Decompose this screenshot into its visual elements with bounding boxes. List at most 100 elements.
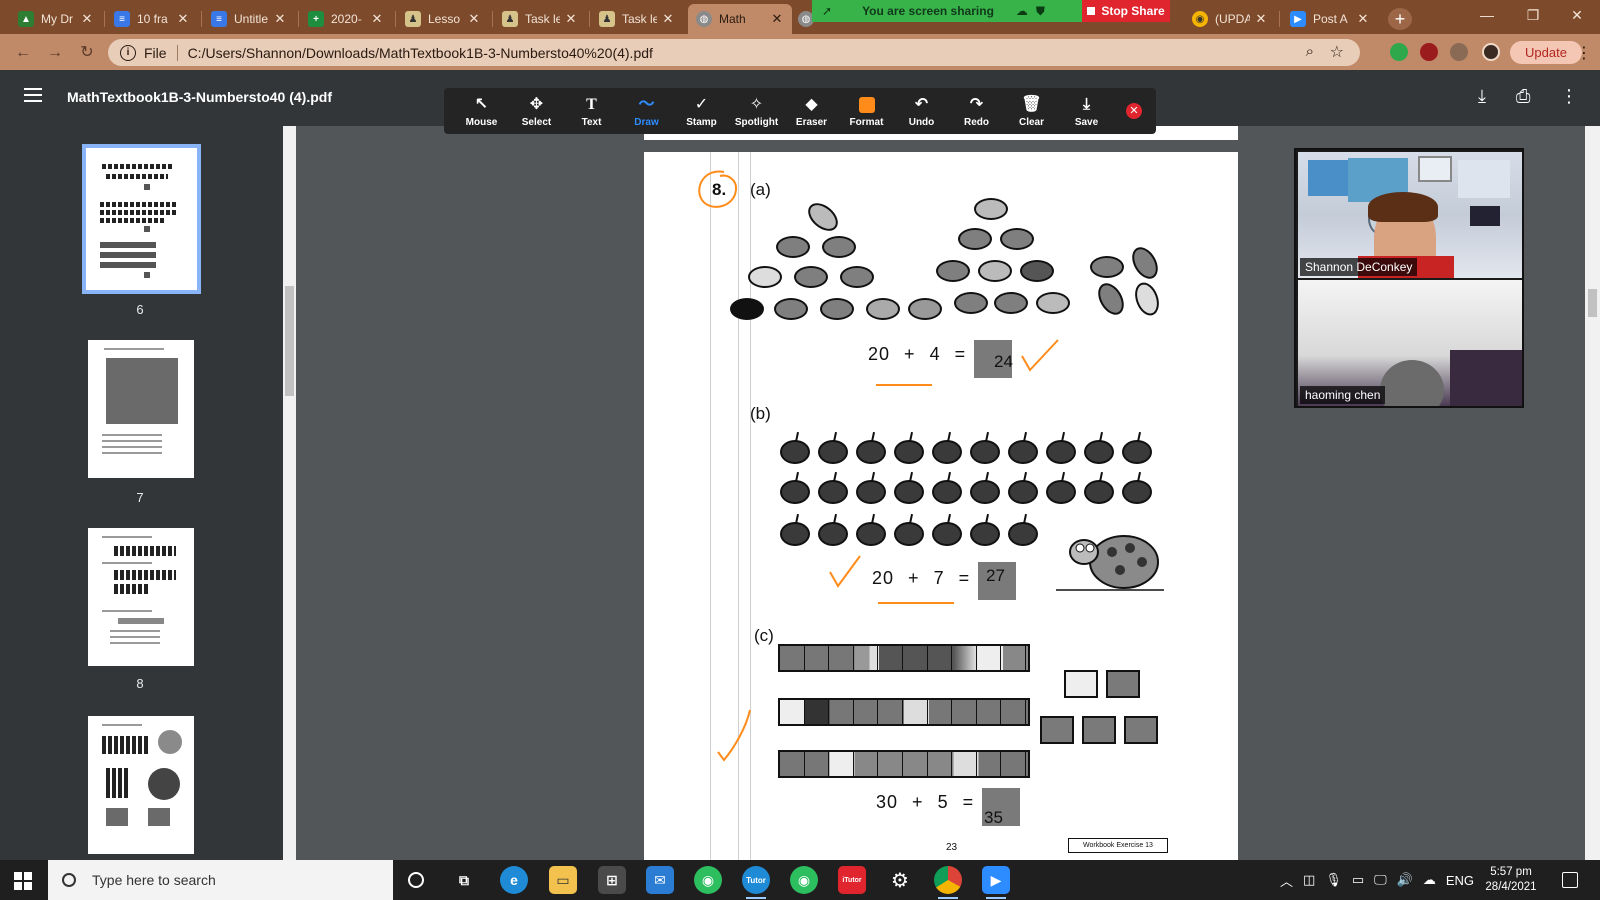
zoom-magnifier-icon[interactable]: ⌕	[1306, 43, 1314, 60]
tool-text[interactable]: T Text	[564, 88, 619, 134]
stop-share-button[interactable]: Stop Share	[1082, 0, 1170, 22]
tab-updates[interactable]: ◉ (UPDA ✕	[1184, 4, 1276, 34]
info-icon[interactable]: i	[120, 44, 136, 61]
tool-stamp[interactable]: ✓ Stamp	[674, 88, 729, 134]
network-icon[interactable]: 🖵	[1374, 872, 1387, 888]
tab-task-2[interactable]: ♟ Task le ✕	[591, 4, 683, 34]
tab-task-1[interactable]: ♟ Task le ✕	[494, 4, 586, 34]
microphone-icon[interactable]: 🎙	[1325, 872, 1342, 888]
tool-select[interactable]: ✥ Select	[509, 88, 564, 134]
close-icon[interactable]: ✕	[1356, 11, 1370, 27]
eq-b-left: 20	[872, 568, 895, 588]
video-tile-host[interactable]: Shannon DeConkey	[1298, 152, 1522, 278]
itutor-group-icon[interactable]: iTutor	[838, 866, 866, 894]
close-icon[interactable]: ✕	[273, 11, 287, 27]
hamburger-menu-icon[interactable]	[24, 88, 42, 102]
tab-my-drive[interactable]: ▲ My Dr ✕	[10, 4, 102, 34]
reload-button[interactable]: ↻	[76, 42, 98, 64]
tool-clear[interactable]: 🗑 Clear	[1004, 88, 1059, 134]
tab-sheet-2020[interactable]: + 2020- ✕	[300, 4, 392, 34]
close-annotation-button[interactable]: ✕	[1126, 103, 1142, 119]
tool-format[interactable]: Format	[839, 88, 894, 134]
tab-zoom-post[interactable]: ▶ Post A ✕	[1282, 4, 1378, 34]
update-button[interactable]: Update	[1510, 41, 1582, 64]
video-tile-student[interactable]: haoming chen	[1298, 280, 1522, 406]
tab-lesson[interactable]: ♟ Lesso ✕	[397, 4, 489, 34]
taskbar-clock[interactable]: 5:57 pm 28/4/2021	[1472, 865, 1550, 895]
close-icon[interactable]: ✕	[467, 11, 481, 27]
notification-center-icon[interactable]	[1562, 872, 1578, 888]
tool-spotlight[interactable]: ✧ Spotlight	[729, 88, 784, 134]
tab-label: (UPDA	[1215, 12, 1250, 26]
back-button[interactable]: ←	[12, 42, 34, 64]
eq-b-right: 7	[933, 568, 945, 588]
tab-untitled-doc[interactable]: ≡ Untitle ✕	[203, 4, 295, 34]
download-icon[interactable]: ⤓	[1478, 86, 1486, 107]
close-icon[interactable]: ✕	[370, 11, 384, 27]
thumbnail-page-8[interactable]	[88, 528, 194, 666]
move-icon: ✥	[529, 95, 544, 113]
task-view-icon[interactable]: ⧉	[450, 866, 478, 894]
close-icon[interactable]: ✕	[176, 11, 190, 27]
answer-c: 35	[984, 808, 1003, 827]
student-avatar	[1380, 360, 1444, 406]
classroom-icon: ♟	[405, 11, 421, 27]
file-explorer-icon[interactable]: ▭	[549, 866, 577, 894]
volume-icon[interactable]: 🔊	[1397, 872, 1413, 888]
store-icon[interactable]: ⊞	[598, 866, 626, 894]
chevron-up-icon[interactable]: ︿	[1280, 871, 1293, 890]
camera-icon[interactable]: ◫	[1303, 872, 1315, 888]
battery-icon[interactable]: ▭	[1352, 872, 1364, 888]
classroom-icon: ♟	[599, 11, 615, 27]
tool-save[interactable]: ⤓ Save	[1059, 88, 1114, 134]
settings-gear-icon[interactable]: ⚙	[886, 866, 914, 894]
document-scrollbar[interactable]	[1585, 126, 1600, 860]
extension-green-icon[interactable]	[1390, 43, 1408, 61]
thumbnail-page-6[interactable]	[82, 144, 201, 294]
mail-icon[interactable]: ✉	[646, 866, 674, 894]
windows-start-icon[interactable]	[14, 872, 32, 890]
tutor-app-icon[interactable]: Tutor	[742, 866, 770, 899]
print-icon[interactable]: ⎙	[1516, 86, 1530, 107]
evernote-icon[interactable]: ◉	[790, 866, 818, 894]
sidebar-scrollbar[interactable]	[283, 126, 296, 860]
thumbnail-page-7[interactable]	[88, 340, 194, 478]
edge-icon[interactable]: e	[500, 866, 528, 894]
chrome-icon[interactable]	[934, 866, 962, 899]
tab-fractions-doc[interactable]: ≡ 10 fra ✕	[106, 4, 198, 34]
forward-button[interactable]: →	[44, 42, 66, 64]
evernote-icon[interactable]: ◉	[694, 866, 722, 894]
onedrive-icon[interactable]: ☁	[1423, 872, 1436, 888]
tab-math-pdf[interactable]: ◍ Math ✕	[688, 4, 792, 34]
annotation-toolbar: ↖ Mouse ✥ Select T Text 〜 Draw ✓ Stamp ✧ Spotl…	[444, 88, 1156, 134]
thumbnail-page-9[interactable]	[88, 716, 194, 854]
clock-time: 5:57 pm	[1490, 866, 1532, 878]
participant-name: Shannon DeConkey	[1300, 258, 1418, 276]
bookmark-star-icon[interactable]: ☆	[1330, 42, 1344, 62]
tool-redo[interactable]: ↷ Redo	[949, 88, 1004, 134]
tool-undo[interactable]: ↶ Undo	[894, 88, 949, 134]
close-icon[interactable]: ✕	[770, 11, 784, 27]
tool-mouse[interactable]: ↖ Mouse	[454, 88, 509, 134]
close-icon[interactable]: ✕	[1254, 11, 1268, 27]
profile-avatar[interactable]	[1482, 43, 1500, 61]
eq-a-equals: =	[954, 344, 967, 364]
close-icon[interactable]: ✕	[564, 11, 578, 27]
cortana-icon[interactable]	[402, 866, 430, 894]
browser-menu-icon[interactable]: ⋮	[1576, 43, 1592, 63]
language-indicator[interactable]: ENG	[1446, 873, 1474, 888]
taskbar-search-input[interactable]: Type here to search	[48, 860, 393, 900]
close-icon[interactable]: ✕	[661, 11, 675, 27]
extensions-puzzle-icon[interactable]	[1450, 43, 1468, 61]
more-options-icon[interactable]: ⋮	[1560, 86, 1578, 107]
zoom-app-icon[interactable]: ▶	[982, 866, 1010, 899]
restore-button[interactable]: ❐	[1510, 0, 1556, 30]
window-close-button[interactable]: ✕	[1554, 0, 1600, 30]
close-icon[interactable]: ✕	[80, 11, 94, 27]
extension-red-icon[interactable]	[1420, 43, 1438, 61]
minimize-button[interactable]: —	[1464, 0, 1510, 30]
tool-draw[interactable]: 〜 Draw	[619, 88, 674, 134]
tool-eraser[interactable]: ◆ Eraser	[784, 88, 839, 134]
new-tab-button[interactable]: +	[1388, 8, 1412, 30]
address-bar[interactable]: i File C:/Users/Shannon/Downloads/MathTe…	[108, 39, 1360, 66]
